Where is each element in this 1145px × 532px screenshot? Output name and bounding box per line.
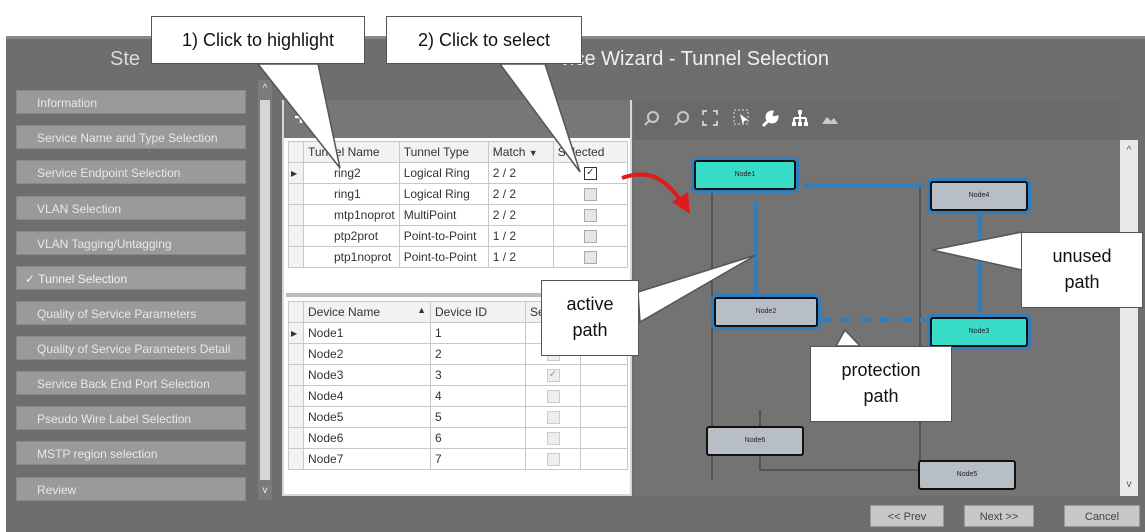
annotation-overlay bbox=[256, 63, 1023, 347]
callout-pointer-protection bbox=[834, 328, 862, 347]
callout-select: 2) Click to select bbox=[386, 16, 582, 64]
callout-unused-path: unused path bbox=[1021, 232, 1143, 308]
callout-text: path bbox=[863, 386, 899, 406]
callout-pointer-select bbox=[498, 63, 581, 173]
callout-text: protection bbox=[841, 360, 921, 380]
callout-pointer-unused bbox=[931, 231, 1023, 271]
callout-protection-path: protection path bbox=[810, 346, 952, 422]
callout-text: path bbox=[1064, 272, 1100, 292]
callout-pointer-highlight bbox=[256, 63, 341, 169]
callout-text: active bbox=[566, 294, 614, 314]
red-arrow-shaft bbox=[621, 172, 682, 202]
callout-highlight: 1) Click to highlight bbox=[151, 16, 365, 64]
callout-text: unused bbox=[1052, 246, 1112, 266]
callout-text: path bbox=[572, 320, 608, 340]
callout-active-path: active path bbox=[541, 280, 639, 356]
callout-pointer-active bbox=[637, 254, 757, 324]
